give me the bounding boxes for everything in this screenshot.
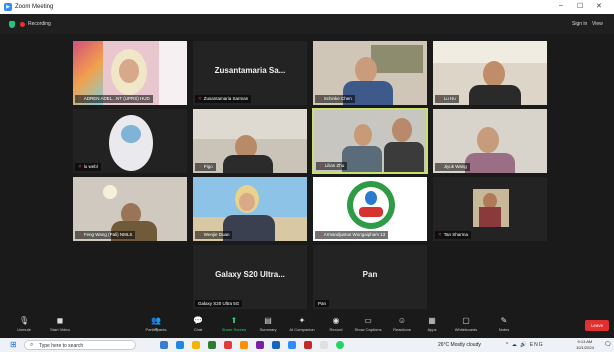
- video-tile[interactable]: ✕ ADREN ADEL...NT (UPRS) HUD: [72, 40, 188, 106]
- video-tile[interactable]: ✕ Schinke Chen: [312, 40, 428, 106]
- participant-name: ✕ ADREN ADEL...NT (UPRS) HUD: [75, 95, 153, 103]
- muted-mic-icon: ✕: [198, 96, 202, 101]
- muted-mic-icon: ✕: [318, 96, 322, 101]
- share-screen-icon: ⬆: [230, 316, 238, 325]
- whatsapp-icon[interactable]: [336, 341, 344, 349]
- video-tile[interactable]: ✕ Pigo: [192, 108, 308, 174]
- muted-mic-icon: ✕: [198, 164, 202, 169]
- maximize-icon[interactable]: ☐: [577, 2, 583, 10]
- video-tile[interactable]: ✕ Jiyuk Wang: [432, 108, 548, 174]
- participant-name: ✕ Tan Sharma: [435, 231, 472, 239]
- video-tile[interactable]: Pan Pan: [312, 244, 428, 310]
- video-tile[interactable]: ✕ Lu Hu: [432, 40, 548, 106]
- captions-icon: ▭: [364, 316, 372, 325]
- participant-name: ✕ Zusantamaria Sarman: [195, 95, 252, 103]
- participant-name: ✕ Armandjustus Wungaipham 13: [315, 231, 389, 239]
- search-placeholder: Type here to search: [39, 343, 84, 349]
- video-tile[interactable]: ✕ lu webl: [72, 108, 188, 174]
- participants-icon: 👥16: [151, 316, 161, 331]
- participant-name: ✕ Wenjie Duan: [195, 231, 233, 239]
- muted-mic-icon: ✕: [319, 163, 323, 168]
- chrome-icon[interactable]: [224, 341, 232, 349]
- search-icon: ⌕: [30, 342, 34, 348]
- muted-mic-icon: ✕: [78, 96, 82, 101]
- zoom-logo-icon: ▶: [4, 3, 12, 11]
- taskbar-clock[interactable]: 9:13 AM 10/1/2024: [576, 339, 594, 351]
- whiteboard-icon: ▢: [462, 316, 470, 325]
- notes-icon: ✎: [500, 316, 508, 325]
- video-tile[interactable]: ✕ Feng Wang (Pali) NMLS: [72, 176, 188, 242]
- participant-name: ✕ Pigo: [195, 163, 216, 171]
- participant-name: Pan: [315, 300, 330, 307]
- notification-icon[interactable]: 🗨: [604, 341, 612, 348]
- minimize-icon[interactable]: –: [559, 2, 563, 9]
- participant-name: ✕ Jiyuk Wang: [435, 163, 470, 171]
- task-view-icon[interactable]: [160, 341, 168, 349]
- onenote-icon[interactable]: [256, 341, 264, 349]
- system-tray[interactable]: ^ ☁ 🔊 ENG: [506, 342, 544, 348]
- muted-mic-icon: ✕: [318, 232, 322, 237]
- word-icon[interactable]: [272, 341, 280, 349]
- muted-mic-icon: ✕: [78, 232, 82, 237]
- video-tile[interactable]: Zusantamaria Sa... ✕ Zusantamaria Sarman: [192, 40, 308, 106]
- notepad-icon[interactable]: [320, 341, 328, 349]
- sign-in-link[interactable]: Sign in: [572, 21, 587, 27]
- meeting-info-bar: Recording Sign in View: [0, 14, 614, 34]
- ai-sparkle-icon: ✦: [298, 316, 306, 325]
- video-tile-active-speaker[interactable]: ✕ Lilian Zhu: [312, 108, 428, 174]
- apps-icon: ▦: [428, 316, 436, 325]
- windows-start-icon[interactable]: ⊞: [10, 341, 17, 349]
- taskbar-search-box[interactable]: ⌕ Type here to search: [24, 340, 136, 350]
- video-camera-icon: ◼: [56, 316, 64, 325]
- summary-icon: ▤: [264, 316, 272, 325]
- muted-mic-icon: ✕: [438, 232, 442, 237]
- edge-icon[interactable]: [176, 341, 184, 349]
- video-tile[interactable]: Galaxy S20 Ultra... Galaxy S20 Ultra 5G: [192, 244, 308, 310]
- start-video-button[interactable]: ◼ Start Video: [38, 316, 82, 332]
- muted-mic-icon: ✕: [438, 164, 442, 169]
- meeting-toolbar: 🎙 Unmute ◼ Start Video 👥16 Participants …: [0, 314, 614, 338]
- excel-icon[interactable]: [208, 341, 216, 349]
- video-tile[interactable]: ✕ Wenjie Duan: [192, 176, 308, 242]
- zoom-taskbar-icon[interactable]: [288, 341, 296, 349]
- video-tile[interactable]: ✕ Armandjustus Wungaipham 13: [312, 176, 428, 242]
- notes-button[interactable]: ✎ Notes: [482, 316, 526, 332]
- participant-big-name: Galaxy S20 Ultra...: [215, 270, 285, 279]
- title-bar: ▶ Zoom Meeting – ☐ ✕: [0, 0, 614, 14]
- powerpoint-icon[interactable]: [304, 341, 312, 349]
- participants-button[interactable]: 👥16 Participants: [134, 316, 178, 332]
- participant-name: ✕ Lilian Zhu: [316, 162, 348, 170]
- reactions-icon: ☺: [397, 316, 407, 325]
- view-menu[interactable]: View: [592, 21, 603, 27]
- windows-taskbar: ⊞ ⌕ Type here to search 26°C Mostly clou…: [0, 338, 614, 352]
- participant-big-name: Pan: [362, 270, 378, 279]
- recording-label[interactable]: Recording: [28, 21, 51, 27]
- participant-name: ✕ Lu Hu: [435, 95, 459, 103]
- window-title: Zoom Meeting: [15, 4, 54, 10]
- security-shield-icon[interactable]: [9, 21, 15, 28]
- muted-mic-icon: ✕: [78, 164, 82, 169]
- participant-name: Galaxy S20 Ultra 5G: [195, 300, 243, 307]
- participant-name: ✕ lu webl: [75, 163, 101, 171]
- weather-widget[interactable]: 26°C Mostly cloudy: [438, 342, 481, 348]
- muted-mic-icon: ✕: [438, 96, 442, 101]
- video-tile[interactable]: ✕ Tan Sharma: [432, 176, 548, 242]
- participant-name: ✕ Schinke Chen: [315, 95, 355, 103]
- muted-mic-icon: 🎙: [19, 316, 30, 325]
- record-icon: ◉: [332, 316, 340, 325]
- video-gallery: ✕ ADREN ADEL...NT (UPRS) HUD Zusantamaria…: [0, 34, 614, 314]
- participant-name: ✕ Feng Wang (Pali) NMLS: [75, 231, 136, 239]
- muted-mic-icon: ✕: [198, 232, 202, 237]
- participant-big-name: Zusantamaria Sa...: [214, 66, 286, 75]
- chat-icon: 💬: [193, 316, 203, 325]
- recording-icon: [20, 22, 25, 27]
- app-icon[interactable]: [240, 341, 248, 349]
- leave-button[interactable]: Leave: [585, 320, 609, 331]
- file-explorer-icon[interactable]: [192, 341, 200, 349]
- close-icon[interactable]: ✕: [596, 2, 602, 10]
